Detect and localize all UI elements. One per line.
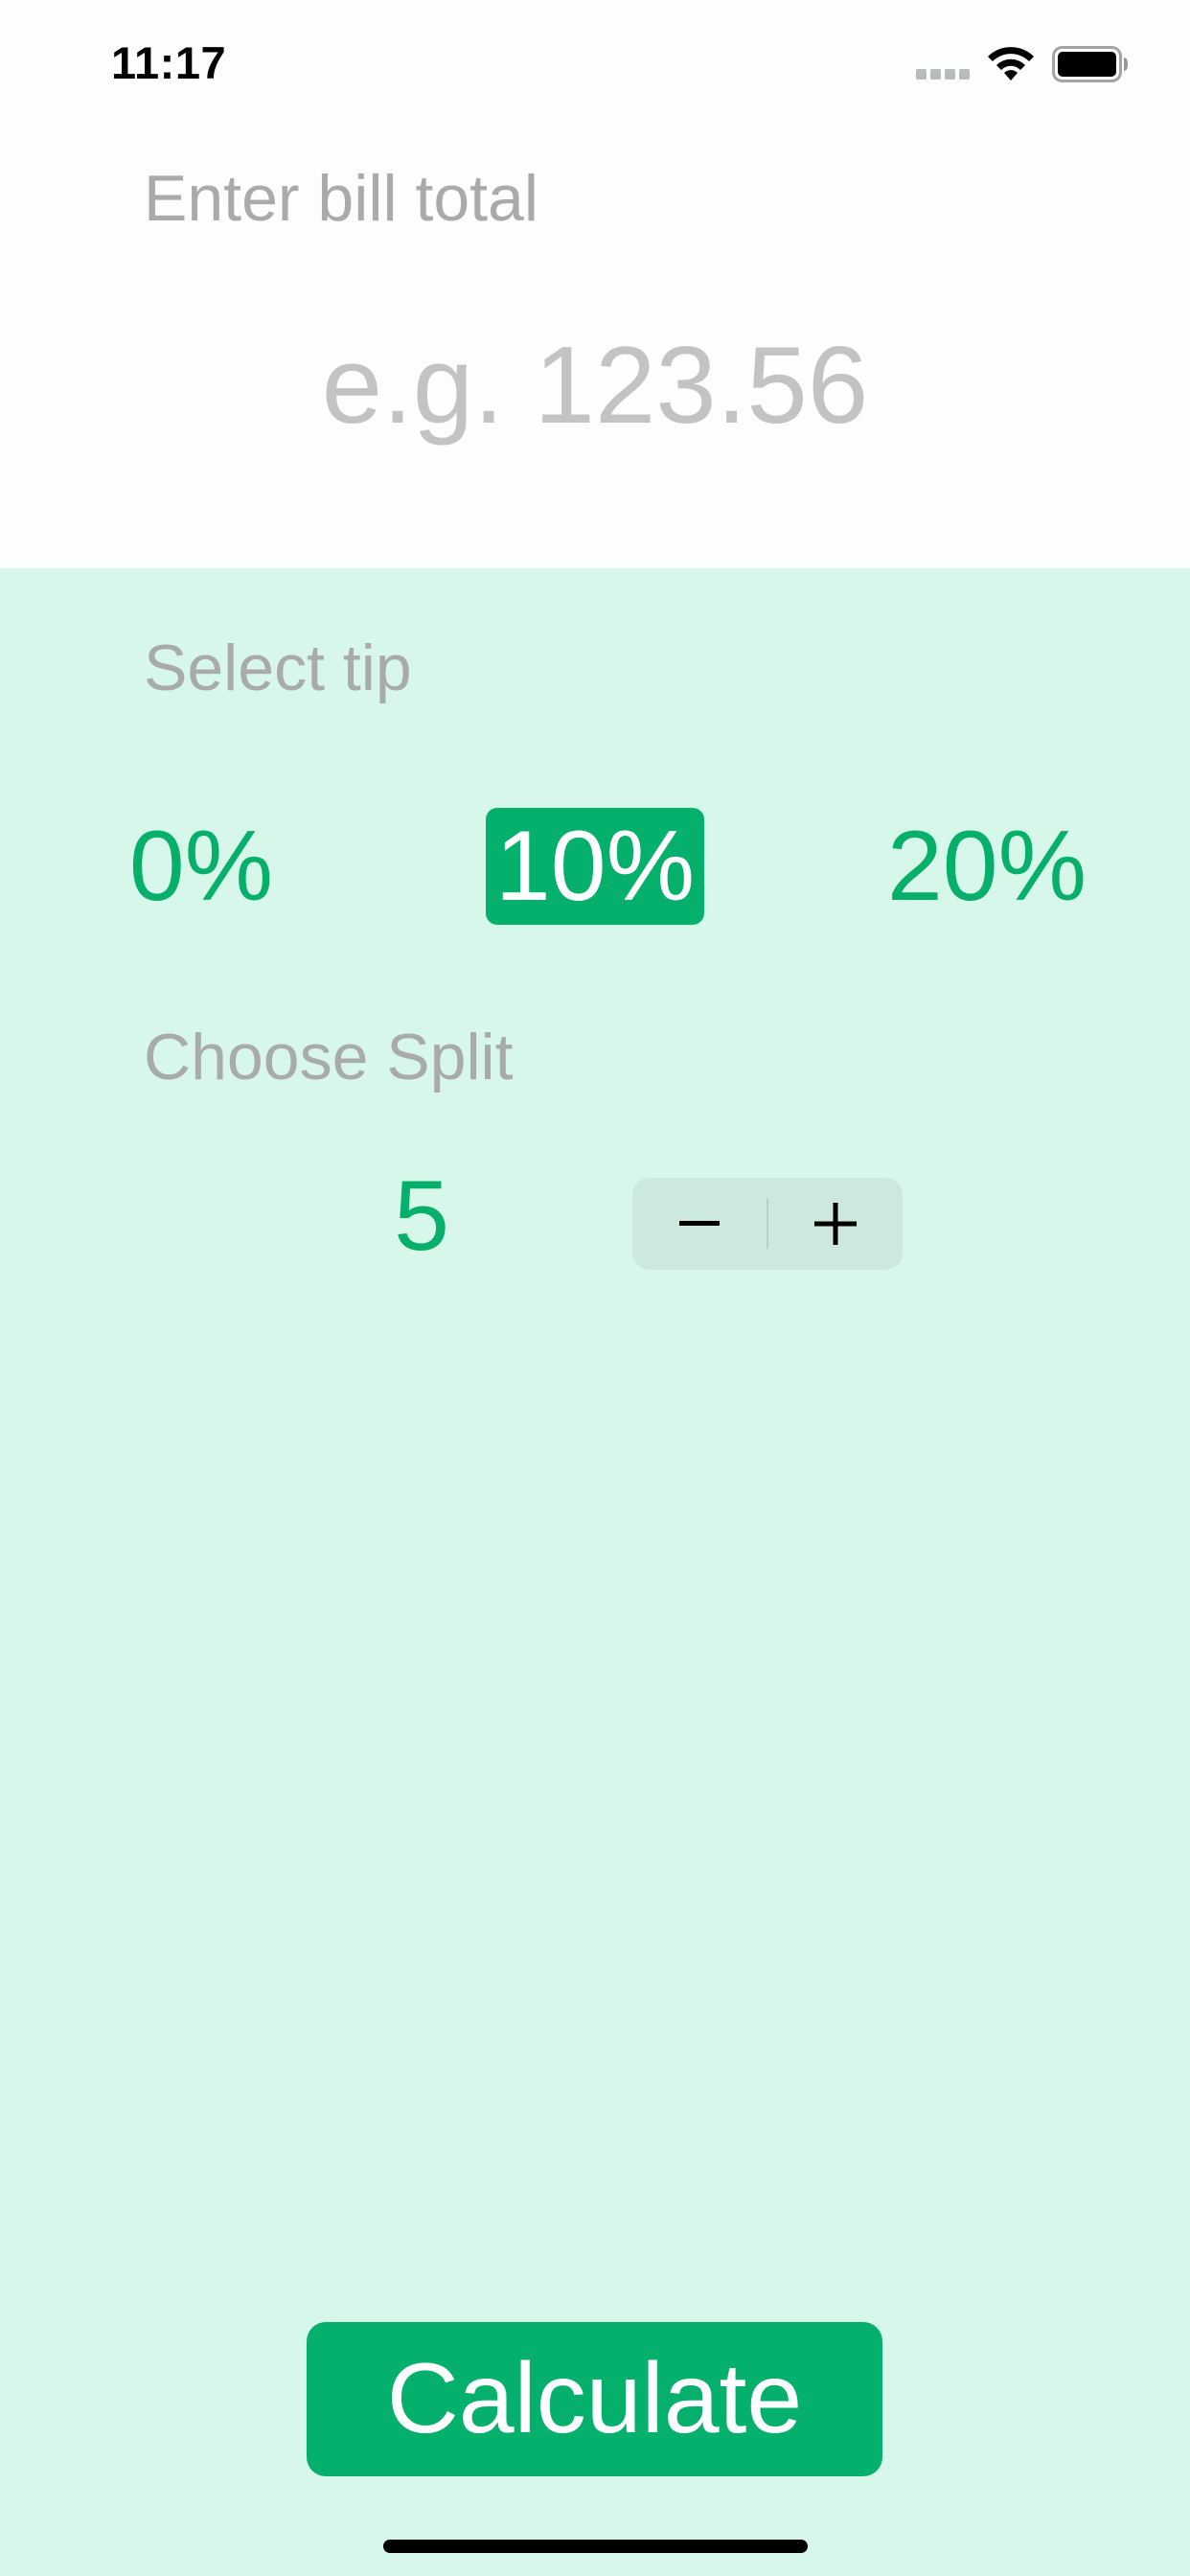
- home-indicator[interactable]: [383, 2540, 808, 2553]
- plus-icon: [814, 1203, 857, 1245]
- tip-label: Select tip: [144, 632, 412, 704]
- bill-section: 11:17 Enter bill total: [0, 0, 1190, 568]
- tip-0-button[interactable]: 0%: [125, 808, 278, 925]
- split-value: 5: [394, 1161, 449, 1272]
- calculate-button[interactable]: Calculate: [307, 2322, 882, 2476]
- status-bar: 11:17: [0, 0, 1190, 130]
- bill-total-input[interactable]: [0, 318, 1190, 452]
- tip-10-button[interactable]: 10%: [486, 808, 704, 925]
- decrement-button[interactable]: [632, 1178, 767, 1270]
- split-label: Choose Split: [144, 1021, 514, 1093]
- wifi-icon: [988, 47, 1034, 80]
- status-time: 11:17: [111, 37, 227, 88]
- minus-icon: [679, 1221, 720, 1226]
- signal-icon: [916, 69, 972, 80]
- bill-label: Enter bill total: [144, 162, 538, 235]
- battery-icon: [1052, 46, 1128, 82]
- tip-20-button[interactable]: 20%: [883, 808, 1090, 925]
- split-stepper: [632, 1178, 903, 1270]
- increment-button[interactable]: [768, 1178, 903, 1270]
